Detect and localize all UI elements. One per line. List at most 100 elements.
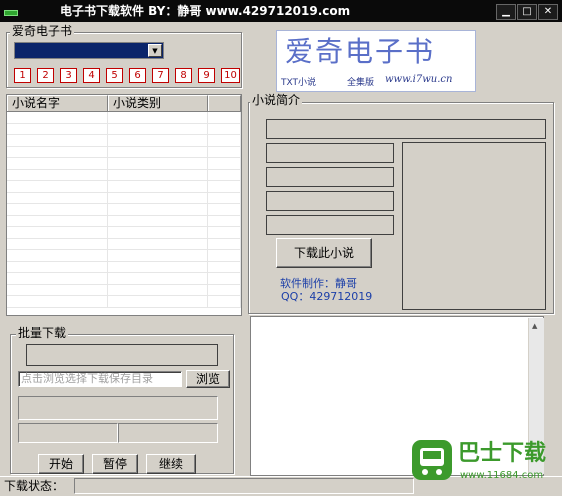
page-button-10[interactable]: 10 xyxy=(221,68,240,83)
page-button-9[interactable]: 9 xyxy=(198,68,215,83)
batch-status-right xyxy=(118,423,218,443)
table-cell xyxy=(108,204,208,215)
start-button[interactable]: 开始 xyxy=(38,454,84,474)
watermark-site: www.11684.com xyxy=(460,470,544,481)
table-cell xyxy=(7,158,108,169)
table-cell xyxy=(7,250,108,261)
chevron-down-icon[interactable]: ▼ xyxy=(148,44,162,57)
ebook-source-label: 爱奇电子书 xyxy=(10,24,75,38)
list-rows xyxy=(7,112,241,308)
page-button-3[interactable]: 3 xyxy=(60,68,77,83)
table-cell xyxy=(7,146,108,157)
batch-status-left xyxy=(18,423,118,443)
page-button-1[interactable]: 1 xyxy=(14,68,31,83)
window-title: 电子书下载软件 BY：静哥 www.429712019.com xyxy=(60,4,351,18)
table-cell xyxy=(208,215,241,226)
bus-logo-icon xyxy=(412,440,452,480)
credit-qq: QQ：429712019 xyxy=(281,290,373,303)
logo-tag-txt: TXT小说 xyxy=(281,78,317,88)
minimize-button[interactable]: ▁ xyxy=(496,4,516,20)
table-cell xyxy=(108,181,208,192)
table-cell xyxy=(208,146,241,157)
page-button-5[interactable]: 5 xyxy=(106,68,123,83)
table-cell xyxy=(108,135,208,146)
title-bar[interactable]: 电子书下载软件 BY：静哥 www.429712019.com ▁ □ ✕ xyxy=(0,0,562,22)
table-row[interactable] xyxy=(7,284,241,296)
table-cell xyxy=(108,146,208,157)
page-button-2[interactable]: 2 xyxy=(37,68,54,83)
pause-button[interactable]: 暂停 xyxy=(92,454,138,474)
batch-url-field[interactable] xyxy=(26,344,218,366)
status-label: 下载状态： xyxy=(4,479,65,493)
novel-category-field xyxy=(266,167,394,187)
table-cell xyxy=(208,158,241,169)
page-button-6[interactable]: 6 xyxy=(129,68,146,83)
table-cell xyxy=(208,135,241,146)
table-row[interactable] xyxy=(7,112,241,124)
table-row[interactable] xyxy=(7,146,241,158)
table-cell xyxy=(108,192,208,203)
source-select[interactable]: ▼ xyxy=(14,42,164,59)
logo-site: www.i7wu.cn xyxy=(385,74,453,85)
scroll-up-icon[interactable]: ▲ xyxy=(532,322,537,330)
table-cell xyxy=(7,273,108,284)
table-cell xyxy=(208,296,241,307)
table-cell xyxy=(108,158,208,169)
novel-title-field xyxy=(266,119,546,139)
save-path-input[interactable]: 点击浏览选择下载保存目录 xyxy=(18,371,182,387)
novel-list[interactable]: 小说名字 小说类别 xyxy=(6,94,242,316)
table-row[interactable] xyxy=(7,169,241,181)
status-field xyxy=(74,478,414,494)
table-cell xyxy=(7,192,108,203)
page-button-7[interactable]: 7 xyxy=(152,68,169,83)
table-row[interactable] xyxy=(7,238,241,250)
table-row[interactable] xyxy=(7,181,241,193)
maximize-button[interactable]: □ xyxy=(517,4,537,20)
table-cell xyxy=(7,215,108,226)
table-cell xyxy=(7,261,108,272)
column-header-name[interactable]: 小说名字 xyxy=(7,95,108,111)
list-header: 小说名字 小说类别 xyxy=(7,95,241,112)
table-cell xyxy=(108,250,208,261)
table-cell xyxy=(208,181,241,192)
column-header-extra[interactable] xyxy=(208,95,241,111)
table-cell xyxy=(208,238,241,249)
table-row[interactable] xyxy=(7,250,241,262)
table-cell xyxy=(108,296,208,307)
page-button-8[interactable]: 8 xyxy=(175,68,192,83)
page-button-4[interactable]: 4 xyxy=(83,68,100,83)
table-row[interactable] xyxy=(7,215,241,227)
table-row[interactable] xyxy=(7,296,241,308)
table-row[interactable] xyxy=(7,273,241,285)
table-row[interactable] xyxy=(7,192,241,204)
continue-button[interactable]: 继续 xyxy=(146,454,196,474)
table-cell xyxy=(108,215,208,226)
table-row[interactable] xyxy=(7,123,241,135)
watermark-brand: 巴士下载 xyxy=(458,441,547,466)
browse-button[interactable]: 浏览 xyxy=(186,370,230,388)
close-button[interactable]: ✕ xyxy=(538,4,558,20)
table-row[interactable] xyxy=(7,158,241,170)
novel-status-field xyxy=(266,215,394,235)
table-cell xyxy=(108,238,208,249)
table-row[interactable] xyxy=(7,204,241,216)
watermark: 巴士下载 www.11684.com xyxy=(410,438,556,490)
table-cell xyxy=(108,261,208,272)
table-row[interactable] xyxy=(7,227,241,239)
table-cell xyxy=(208,250,241,261)
table-cell xyxy=(7,169,108,180)
table-cell xyxy=(7,123,108,134)
table-cell xyxy=(7,204,108,215)
table-cell xyxy=(208,261,241,272)
cover-image xyxy=(402,142,546,310)
table-cell xyxy=(208,273,241,284)
table-cell xyxy=(208,284,241,295)
column-header-category[interactable]: 小说类别 xyxy=(108,95,208,111)
table-row[interactable] xyxy=(7,135,241,147)
novel-author-field xyxy=(266,143,394,163)
logo-tag-full: 全集版 xyxy=(347,78,375,88)
table-cell xyxy=(108,227,208,238)
download-novel-button[interactable]: 下载此小说 xyxy=(276,238,372,268)
table-row[interactable] xyxy=(7,261,241,273)
table-cell xyxy=(208,204,241,215)
